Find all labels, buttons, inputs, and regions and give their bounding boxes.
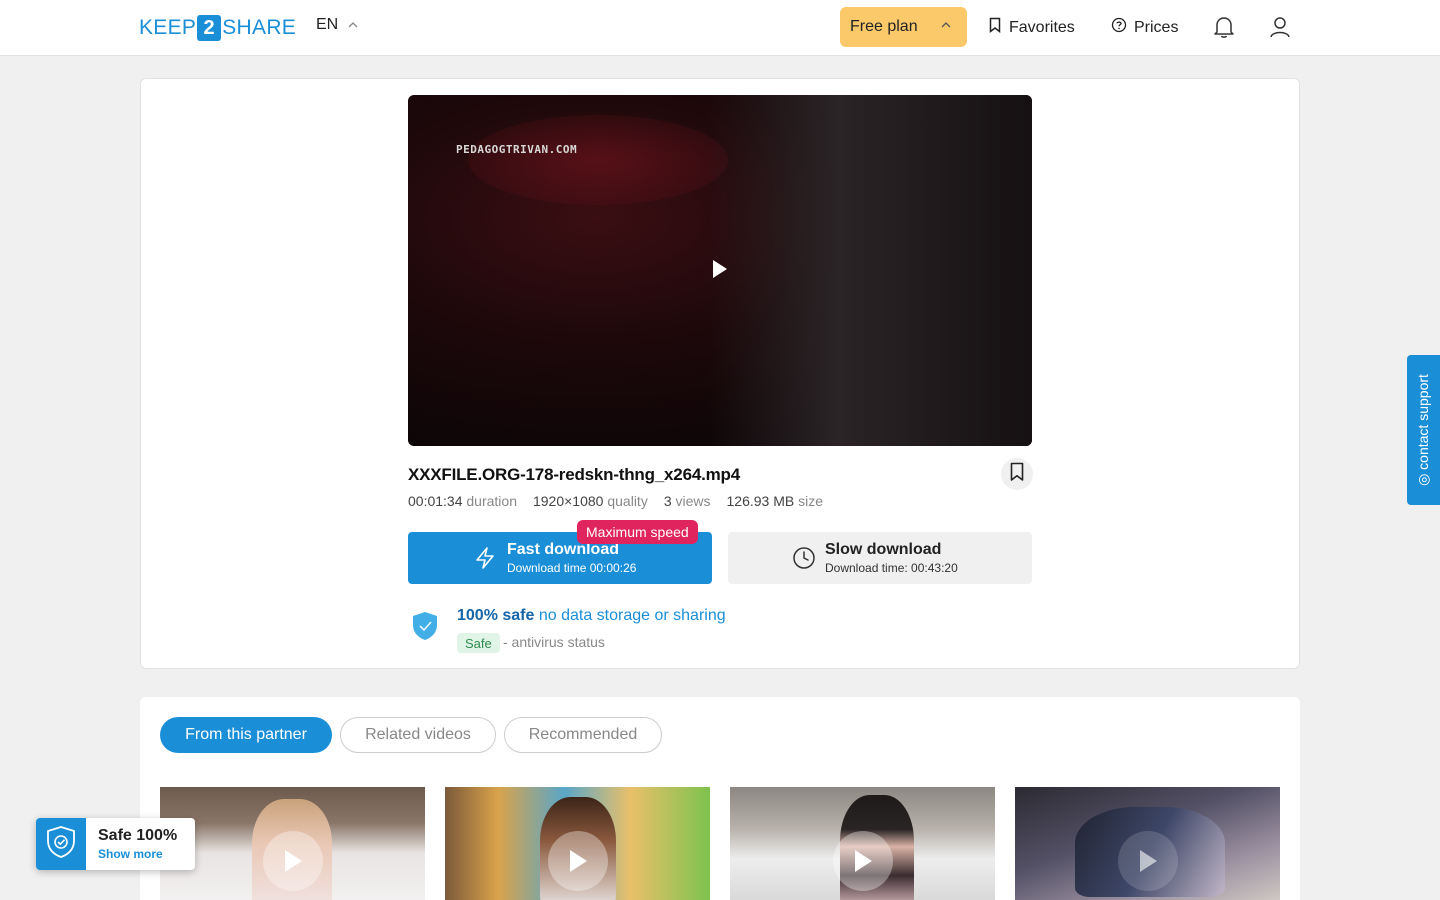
widget-shield-panel [36,818,86,870]
chevron-up-icon [348,20,358,31]
bookmark-icon [1009,462,1025,487]
show-more-link[interactable]: Show more [98,847,163,861]
video-player[interactable]: PEDAGOGTRIVAN.COM [408,95,1032,446]
play-icon [548,831,608,891]
slow-download-time: Download time: 00:43:20 [825,561,958,575]
file-meta: 00:01:34 duration 1920×1080 quality 3 vi… [408,493,823,509]
safety-headline-bold: 100% safe [457,607,535,624]
logo[interactable]: KEEP 2 SHARE [139,14,296,42]
antivirus-status: - antivirus status [503,634,605,650]
views-value: 3 [663,493,672,509]
slow-download-title: Slow download [825,541,942,558]
play-icon [1118,831,1178,891]
views-label: views [675,493,711,509]
video-thumbnail[interactable] [1015,787,1280,900]
antivirus-badge: Safe [457,633,500,653]
safety-headline: 100% safe no data storage or sharing [457,607,726,625]
bookmark-icon [988,17,1002,38]
quality-value: 1920×1080 [532,493,604,509]
logo-badge: 2 [197,15,222,41]
question-circle-icon [1111,17,1127,38]
logo-text-right: SHARE [222,16,297,39]
video-thumbnail[interactable] [160,787,425,900]
language-label: EN [316,16,339,33]
video-thumbnail[interactable] [730,787,995,900]
size-value: 126.93 MB [726,493,795,509]
meta-views: 3 views [664,493,711,509]
favorites-label: Favorites [1009,18,1075,36]
video-thumbnail[interactable] [445,787,710,900]
bell-icon[interactable] [1213,15,1235,44]
tab-related-videos[interactable]: Related videos [340,717,496,753]
safe-widget[interactable]: Safe 100% Show more [36,818,195,870]
video-watermark: PEDAGOGTRIVAN.COM [456,143,578,156]
logo-text-left: KEEP [139,16,197,39]
widget-title: Safe 100% [98,827,178,844]
top-header: KEEP 2 SHARE EN Free plan Favorites Pric… [0,0,1440,56]
plan-label: Free plan [850,18,918,35]
meta-size: 126.93 MB size [727,493,824,509]
add-to-favorites-button[interactable] [1001,458,1033,490]
fast-download-time: Download time 00:00:26 [507,561,637,575]
shield-check-icon [412,611,438,646]
shield-check-icon [46,825,76,864]
slow-download-button[interactable]: Slow download Download time: 00:43:20 [728,532,1032,584]
duration-label: duration [466,493,517,509]
recommendations-card: From this partner Related videos Recomme… [140,697,1300,900]
safety-headline-rest: no data storage or sharing [534,607,726,624]
quality-label: quality [607,493,648,509]
tab-recommended[interactable]: Recommended [504,717,662,753]
contact-support-tab[interactable]: ◎ contact support [1407,355,1440,505]
prices-link[interactable]: Prices [1111,17,1178,38]
chevron-up-icon [941,20,951,31]
file-card: PEDAGOGTRIVAN.COM XXXFILE.ORG-178-redskn… [140,78,1300,669]
language-selector[interactable]: EN [316,16,358,34]
duration-value: 00:01:34 [408,493,463,509]
meta-duration: 00:01:34 duration [408,493,517,509]
tab-from-this-partner[interactable]: From this partner [160,717,332,753]
favorites-link[interactable]: Favorites [988,17,1075,38]
video-frame-shade [708,95,1032,446]
play-icon [263,831,323,891]
plan-button[interactable]: Free plan [840,7,967,47]
play-icon[interactable] [712,259,728,284]
video-frame-glow [468,115,728,205]
size-label: size [798,493,824,509]
max-speed-badge: Maximum speed [577,520,698,544]
meta-quality: 1920×1080 quality [533,493,648,509]
play-icon [833,831,893,891]
clock-icon [792,546,816,575]
user-icon[interactable] [1269,15,1291,44]
lightning-icon [474,546,496,575]
file-name: XXXFILE.ORG-178-redskn-thng_x264.mp4 [408,465,740,484]
prices-label: Prices [1134,18,1179,36]
contact-support-label: ◎ contact support [1415,374,1431,486]
